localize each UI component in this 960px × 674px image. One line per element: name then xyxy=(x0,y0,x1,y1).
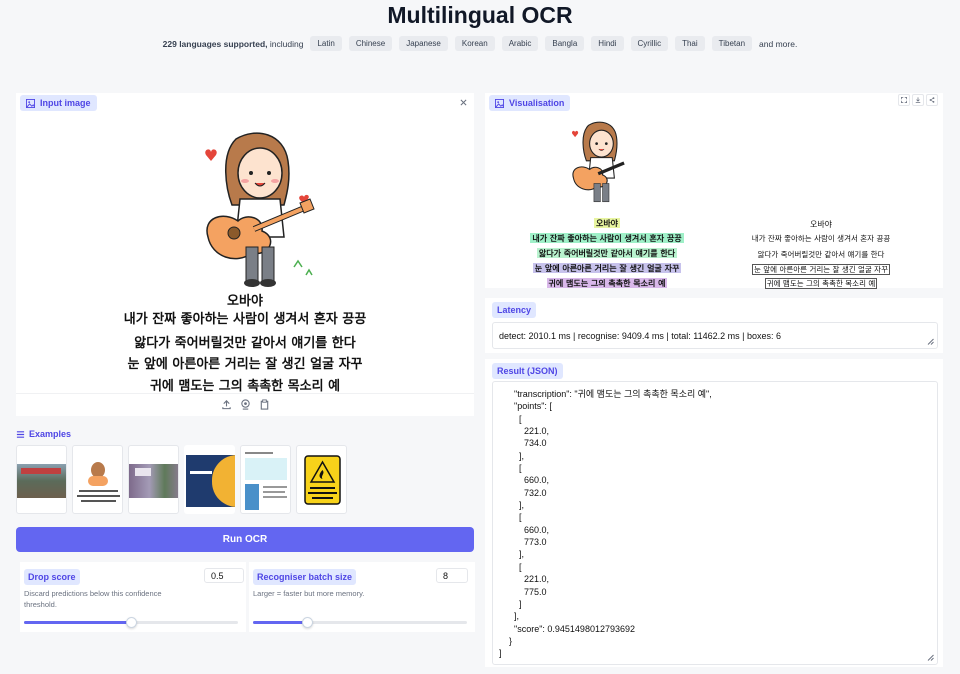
languages-lead: 229 languages supported, including xyxy=(163,39,304,49)
language-pill-korean: Korean xyxy=(454,36,495,51)
language-pill-latin: Latin xyxy=(310,36,342,51)
highlight-box: 내가 잔짜 좋아하는 사람이 생겨서 혼자 끙끙 xyxy=(530,233,684,243)
visualisation-illustration xyxy=(571,121,625,203)
list-icon xyxy=(16,430,25,438)
language-pill-arabic: Arabic xyxy=(501,36,539,51)
language-pill-cyrillic: Cyrillic xyxy=(630,36,669,51)
drop-score-control: Drop score 0.5 Discard predictions below… xyxy=(20,562,246,632)
image-icon xyxy=(26,98,35,108)
flammable-warning-icon xyxy=(304,455,341,505)
resize-handle-icon[interactable] xyxy=(927,338,934,345)
highlight-box: 앓다가 죽어버릴것만 같아서 얘기를 한다 xyxy=(536,248,678,258)
close-icon xyxy=(460,99,466,105)
recognized-line: 귀에 맴도는 그의 촉촉한 목소리 예 xyxy=(764,278,878,289)
drop-score-slider[interactable] xyxy=(24,617,238,628)
clipboard-icon[interactable] xyxy=(259,399,270,410)
example-thumbnail-3[interactable] xyxy=(128,445,179,514)
download-button[interactable] xyxy=(912,94,924,106)
input-text-line-2: 내가 잔짜 좋아하는 사람이 생겨서 혼자 끙끙 xyxy=(123,312,367,327)
input-image-label-text: Input image xyxy=(40,98,91,108)
fullscreen-button[interactable] xyxy=(898,94,910,106)
result-label: Result (JSON) xyxy=(492,363,563,379)
example-thumbnail-1[interactable] xyxy=(16,445,67,514)
batch-size-description: Larger = faster but more memory. xyxy=(253,589,365,598)
upload-icon[interactable] xyxy=(221,399,232,410)
result-json-output[interactable]: "transcription": "귀에 맴도는 그의 촉촉한 목소리 예", … xyxy=(492,381,938,665)
highlight-box: 오바야 xyxy=(593,218,621,228)
recognized-line: 앓다가 죽어버릴것만 같아서 얘기를 한다 xyxy=(757,250,885,259)
input-image-panel: Input image 오바야 내가 잔짜 좋아하는 사람이 생겨서 혼자 끙끙… xyxy=(16,93,474,416)
example-thumbnail-5[interactable] xyxy=(240,445,291,514)
batch-size-control: Recogniser batch size 8 Larger = faster … xyxy=(249,562,475,632)
latency-value: detect: 2010.1 ms | recognise: 9409.4 ms… xyxy=(499,331,782,341)
batch-size-slider[interactable] xyxy=(253,617,467,628)
visualisation-right-lines: 오바야 내가 잔짜 좋아하는 사람이 생겨서 혼자 끙끙 앓다가 죽어버릴것만 … xyxy=(731,219,911,289)
input-illustration xyxy=(205,132,315,287)
example-thumbnail-6[interactable] xyxy=(296,445,347,514)
page-title: Multilingual OCR xyxy=(387,2,573,28)
resize-handle-icon[interactable] xyxy=(927,654,934,661)
fullscreen-icon xyxy=(901,97,907,103)
language-pill-bangla: Bangla xyxy=(545,36,585,51)
latency-label: Latency xyxy=(492,302,537,318)
batch-size-input[interactable]: 8 xyxy=(436,568,468,583)
example-thumbnail-2[interactable] xyxy=(72,445,123,514)
language-pill-thai: Thai xyxy=(675,36,705,51)
recognized-line: 오바야 xyxy=(809,220,833,229)
batch-size-label: Recogniser batch size xyxy=(253,569,357,585)
examples-label: Examples xyxy=(29,429,72,439)
language-pill-tibetan: Tibetan xyxy=(711,36,753,51)
drop-score-description: Discard predictions below this confidenc… xyxy=(24,589,162,609)
input-text-line-4: 눈 앞에 아른아른 거리는 잘 생긴 얼굴 자꾸 xyxy=(127,357,363,372)
input-toolbar xyxy=(16,393,474,415)
latency-panel: Latency detect: 2010.1 ms | recognise: 9… xyxy=(485,298,943,353)
result-panel: Result (JSON) "transcription": "귀에 맴도는 그… xyxy=(485,359,943,667)
webcam-icon[interactable] xyxy=(240,399,251,410)
latency-output[interactable]: detect: 2010.1 ms | recognise: 9409.4 ms… xyxy=(492,322,938,349)
batch-size-slider-handle[interactable] xyxy=(301,617,313,628)
highlight-box: 귀에 맴도는 그의 촉촉한 목소리 예 xyxy=(546,278,668,288)
examples-header: Examples xyxy=(16,429,71,439)
language-pill-chinese: Chinese xyxy=(348,36,393,51)
input-text-line-3: 앓다가 죽어버릴것만 같아서 얘기를 한다 xyxy=(134,336,356,351)
languages-row: 229 languages supported, including Latin… xyxy=(0,36,960,51)
visualisation-left-lines: 오바야 내가 잔짜 좋아하는 사람이 생겨서 혼자 끙끙 앓다가 죽어버릴것만 … xyxy=(507,218,707,289)
visualisation-label-text: Visualisation xyxy=(509,98,565,108)
example-thumbnail-4[interactable] xyxy=(184,445,235,514)
language-pill-hindi: Hindi xyxy=(591,36,624,51)
languages-including: including xyxy=(269,38,304,49)
recognized-line: 내가 잔짜 좋아하는 사람이 생겨서 혼자 끙끙 xyxy=(751,234,891,243)
languages-trail: and more. xyxy=(759,38,798,49)
highlight-box: 눈 앞에 아른아른 거리는 잘 생긴 얼굴 자꾸 xyxy=(532,263,682,273)
drop-score-slider-handle[interactable] xyxy=(126,617,137,628)
share-button[interactable] xyxy=(926,94,938,106)
drop-score-input[interactable]: 0.5 xyxy=(204,568,244,583)
drop-score-slider-fill xyxy=(24,621,131,624)
languages-count: 229 languages supported, xyxy=(162,38,268,49)
result-json-text: "transcription": "귀에 맴도는 그의 촉촉한 목소리 예", … xyxy=(499,389,712,659)
language-pill-japanese: Japanese xyxy=(399,36,448,51)
recognized-line: 눈 앞에 아른아른 거리는 잘 생긴 얼굴 자꾸 xyxy=(752,264,890,275)
input-text-line-1: 오바야 xyxy=(227,294,263,309)
batch-size-slider-fill xyxy=(253,621,307,624)
share-icon xyxy=(929,97,935,103)
run-ocr-button[interactable]: Run OCR xyxy=(16,527,474,552)
drop-score-label: Drop score xyxy=(24,569,80,585)
visualisation-label: Visualisation xyxy=(489,95,571,111)
download-icon xyxy=(915,97,921,103)
visualisation-panel: Visualisation 오바야 내가 잔짜 좋아하는 사람이 생겨서 혼자 … xyxy=(485,93,943,289)
image-icon xyxy=(495,98,504,108)
input-image-label: Input image xyxy=(20,95,97,111)
clear-image-button[interactable] xyxy=(457,96,469,108)
input-text-line-5: 귀에 맴도는 그의 촉촉한 목소리 예 xyxy=(149,379,341,394)
